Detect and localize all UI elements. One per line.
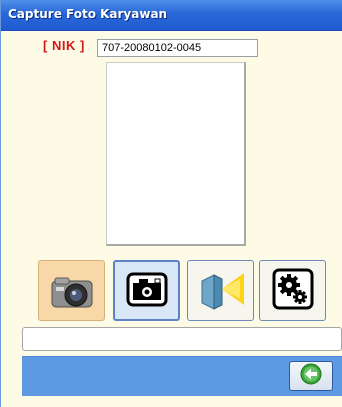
- title-bar[interactable]: Capture Foto Karyawan: [1, 0, 342, 31]
- capture-photo-icon: [125, 269, 169, 313]
- settings-button[interactable]: [259, 260, 326, 321]
- digital-camera-icon: [46, 265, 98, 317]
- capture-button[interactable]: [113, 260, 180, 321]
- capture-window: Capture Foto Karyawan [ NIK ] 707-200801…: [0, 0, 342, 407]
- settings-gears-icon: [271, 267, 315, 315]
- flash-icon: [196, 265, 246, 317]
- nik-field[interactable]: 707-20080102-0045: [97, 39, 258, 57]
- camera-source-button[interactable]: [38, 260, 105, 321]
- status-field: [22, 327, 342, 351]
- photo-preview: [106, 62, 246, 246]
- back-arrow-icon: [299, 363, 323, 389]
- flash-button[interactable]: [187, 260, 254, 321]
- back-button[interactable]: [289, 361, 333, 391]
- window-title: Capture Foto Karyawan: [8, 7, 168, 21]
- nik-label: [ NIK ]: [43, 38, 85, 53]
